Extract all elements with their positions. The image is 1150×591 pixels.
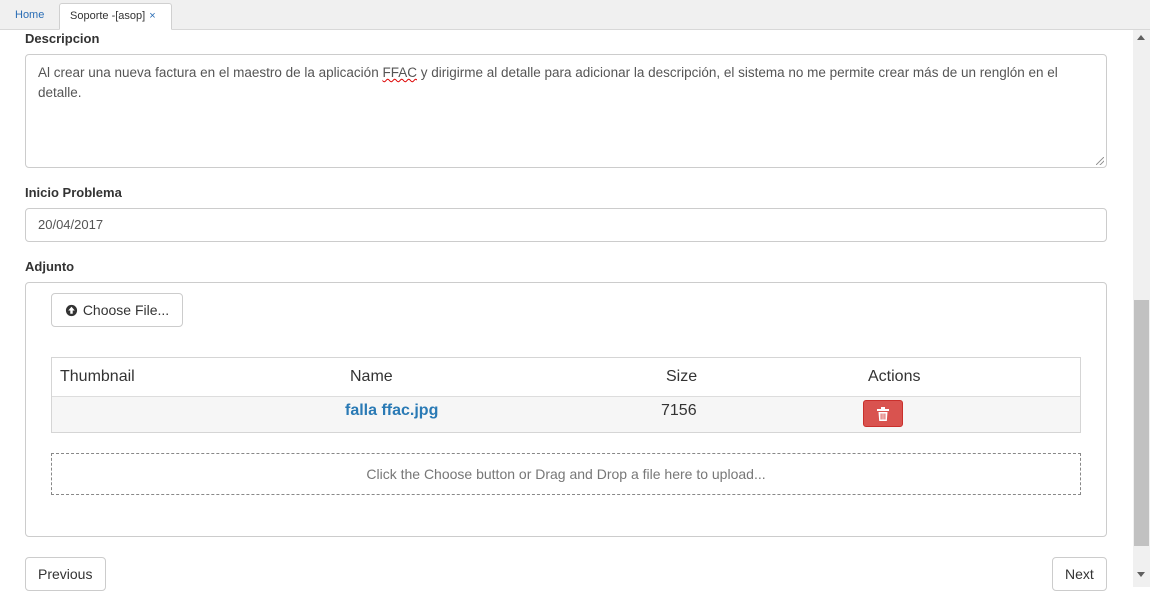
adjunto-panel: Choose File... Thumbnail Name Size Actio… <box>25 282 1107 537</box>
previous-button[interactable]: Previous <box>25 557 106 591</box>
descripcion-label: Descripcion <box>25 31 100 46</box>
resize-grip-icon[interactable] <box>1096 157 1104 165</box>
col-size: Size <box>666 368 698 385</box>
trash-icon <box>877 406 889 421</box>
next-button[interactable]: Next <box>1052 557 1107 591</box>
tab-bar: Home Soporte -[asop] × <box>0 0 1150 30</box>
scroll-up-arrow-icon[interactable] <box>1137 35 1145 40</box>
vertical-scrollbar[interactable] <box>1133 30 1150 587</box>
close-tab-icon[interactable]: × <box>149 10 155 22</box>
col-name: Name <box>350 368 393 385</box>
descripcion-text-start: Al crear una nueva factura en el maestro… <box>38 65 383 80</box>
tab-soporte[interactable]: Soporte -[asop] × <box>59 3 172 30</box>
col-thumbnail: Thumbnail <box>60 368 135 385</box>
tab-soporte-label: Soporte -[asop] <box>70 10 146 22</box>
tab-home[interactable]: Home <box>5 3 54 30</box>
inicio-problema-label: Inicio Problema <box>25 185 122 200</box>
choose-file-button[interactable]: Choose File... <box>51 293 183 327</box>
col-actions: Actions <box>868 368 921 385</box>
upload-circle-icon <box>65 304 77 316</box>
table-row: falla ffac.jpg 7156 <box>52 397 1080 432</box>
scroll-down-arrow-icon[interactable] <box>1137 572 1145 577</box>
drop-zone-text: Click the Choose button or Drag and Drop… <box>366 466 766 482</box>
table-header: Thumbnail Name Size Actions <box>52 358 1080 397</box>
file-name-link[interactable]: falla ffac.jpg <box>345 402 438 420</box>
descripcion-textarea[interactable]: Al crear una nueva factura en el maestro… <box>25 54 1107 168</box>
adjunto-label: Adjunto <box>25 259 75 274</box>
files-table: Thumbnail Name Size Actions falla ffac.j… <box>51 357 1081 433</box>
drop-zone[interactable]: Click the Choose button or Drag and Drop… <box>51 453 1081 495</box>
delete-file-button[interactable] <box>863 400 903 427</box>
descripcion-misspelled-word: FFAC <box>382 65 417 80</box>
file-size: 7156 <box>661 402 697 419</box>
scroll-thumb[interactable] <box>1134 300 1149 546</box>
choose-file-label: Choose File... <box>82 302 170 318</box>
inicio-problema-input[interactable]: 20/04/2017 <box>25 208 1107 242</box>
